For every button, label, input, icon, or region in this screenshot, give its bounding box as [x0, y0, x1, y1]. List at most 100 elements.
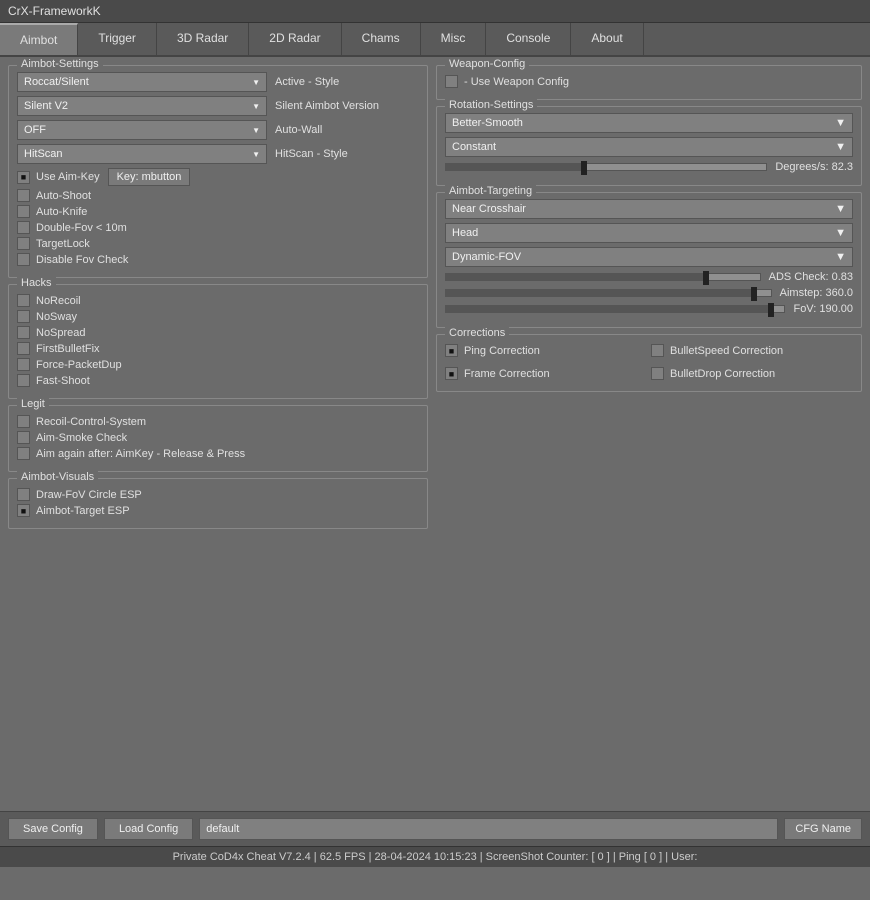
degrees-label: Degrees/s: 82.3 — [775, 161, 853, 173]
cb-aim-smoke: Aim-Smoke Check — [17, 431, 419, 444]
save-config-button[interactable]: Save Config — [8, 818, 98, 840]
fov-dropdown[interactable]: Dynamic-FOV ▼ — [445, 247, 853, 267]
norecoil-label: NoRecoil — [36, 295, 81, 307]
tab-2d-radar[interactable]: 2D Radar — [249, 23, 341, 55]
aim-smoke-label: Aim-Smoke Check — [36, 432, 127, 444]
cb-nospread: NoSpread — [17, 326, 419, 339]
bone-dropdown[interactable]: Head ▼ — [445, 223, 853, 243]
dropdown-arrow-0: ▼ — [252, 78, 260, 87]
cb-bulletdrop-correction: BulletDrop Correction — [651, 367, 853, 380]
disable-fov-checkbox[interactable] — [17, 253, 30, 266]
auto-wall-dropdown[interactable]: OFF ▼ — [17, 120, 267, 140]
auto-shoot-checkbox[interactable] — [17, 189, 30, 202]
cb-disable-fov: Disable Fov Check — [17, 253, 419, 266]
use-weapon-checkbox[interactable] — [445, 75, 458, 88]
double-fov-checkbox[interactable] — [17, 221, 30, 234]
firstbulletfix-label: FirstBulletFix — [36, 343, 100, 355]
auto-shoot-label: Auto-Shoot — [36, 190, 91, 202]
weapon-config-group: Weapon-Config - Use Weapon Config — [436, 65, 862, 100]
title-bar: CrX-FrameworkK — [0, 0, 870, 23]
frame-correction-label: Frame Correction — [464, 368, 550, 380]
aim-smoke-checkbox[interactable] — [17, 431, 30, 444]
cb-auto-shoot: Auto-Shoot — [17, 189, 419, 202]
tab-aimbot[interactable]: Aimbot — [0, 23, 78, 55]
tab-trigger[interactable]: Trigger — [78, 23, 157, 55]
auto-knife-checkbox[interactable] — [17, 205, 30, 218]
firstbulletfix-checkbox[interactable] — [17, 342, 30, 355]
cfg-name-label: CFG Name — [784, 818, 862, 840]
active-style-label: Active - Style — [275, 76, 339, 88]
frame-correction-checkbox[interactable] — [445, 367, 458, 380]
cfg-name-input[interactable] — [199, 818, 778, 840]
hitscan-style-dropdown[interactable]: HitScan ▼ — [17, 144, 267, 164]
draw-fov-label: Draw-FoV Circle ESP — [36, 489, 142, 501]
double-fov-label: Double-Fov < 10m — [36, 222, 127, 234]
fov-label: FoV: 190.00 — [793, 303, 853, 315]
silent-version-dropdown[interactable]: Silent V2 ▼ — [17, 96, 267, 116]
ads-slider[interactable] — [445, 273, 761, 281]
key-button[interactable]: Key: mbutton — [108, 168, 191, 186]
draw-fov-checkbox[interactable] — [17, 488, 30, 501]
use-aim-key-checkbox[interactable] — [17, 171, 30, 184]
fast-shoot-label: Fast-Shoot — [36, 375, 90, 387]
aimbot-visuals-label: Aimbot-Visuals — [17, 471, 98, 483]
nospread-checkbox[interactable] — [17, 326, 30, 339]
active-style-dropdown[interactable]: Roccat/Silent ▼ — [17, 72, 267, 92]
dropdown-row-2: OFF ▼ Auto-Wall — [17, 120, 419, 140]
degrees-slider[interactable] — [445, 163, 767, 171]
tab-about[interactable]: About — [571, 23, 643, 55]
mode-arrow-icon: ▼ — [835, 141, 846, 153]
aimstep-slider-row: Aimstep: 360.0 — [445, 287, 853, 299]
fov-arrow-icon: ▼ — [835, 251, 846, 263]
right-panel: Weapon-Config - Use Weapon Config Rotati… — [436, 65, 862, 803]
cb-fast-shoot: Fast-Shoot — [17, 374, 419, 387]
silent-version-label: Silent Aimbot Version — [275, 100, 379, 112]
bulletdrop-correction-checkbox[interactable] — [651, 367, 664, 380]
targetlock-label: TargetLock — [36, 238, 90, 250]
norecoil-checkbox[interactable] — [17, 294, 30, 307]
aimstep-slider[interactable] — [445, 289, 772, 297]
fov-slider[interactable] — [445, 305, 785, 313]
tab-console[interactable]: Console — [486, 23, 571, 55]
nosway-checkbox[interactable] — [17, 310, 30, 323]
smooth-dropdown[interactable]: Better-Smooth ▼ — [445, 113, 853, 133]
cb-bulletspeed-correction: BulletSpeed Correction — [651, 344, 853, 357]
disable-fov-label: Disable Fov Check — [36, 254, 128, 266]
target-dropdown[interactable]: Near Crosshair ▼ — [445, 199, 853, 219]
force-packetdup-label: Force-PacketDup — [36, 359, 122, 371]
auto-knife-label: Auto-Knife — [36, 206, 87, 218]
use-aim-key-row: Use Aim-Key Key: mbutton — [17, 168, 419, 186]
bulletspeed-correction-checkbox[interactable] — [651, 344, 664, 357]
aim-again-checkbox[interactable] — [17, 447, 30, 460]
aimbot-settings-label: Aimbot-Settings — [17, 58, 103, 70]
status-text: Private CoD4x Cheat V7.2.4 | 62.5 FPS | … — [173, 851, 698, 863]
tab-3d-radar[interactable]: 3D Radar — [157, 23, 249, 55]
cb-ping-correction: Ping Correction — [445, 344, 647, 357]
cb-norecoil: NoRecoil — [17, 294, 419, 307]
bone-arrow-icon: ▼ — [835, 227, 846, 239]
targetlock-checkbox[interactable] — [17, 237, 30, 250]
tab-bar: Aimbot Trigger 3D Radar 2D Radar Chams M… — [0, 23, 870, 57]
legit-group: Legit Recoil-Control-System Aim-Smoke Ch… — [8, 405, 428, 472]
aimstep-label: Aimstep: 360.0 — [780, 287, 853, 299]
force-packetdup-checkbox[interactable] — [17, 358, 30, 371]
ping-correction-checkbox[interactable] — [445, 344, 458, 357]
fast-shoot-checkbox[interactable] — [17, 374, 30, 387]
ads-slider-row: ADS Check: 0.83 — [445, 271, 853, 283]
rotation-settings-group: Rotation-Settings Better-Smooth ▼ Consta… — [436, 106, 862, 186]
aimbot-target-checkbox[interactable] — [17, 504, 30, 517]
load-config-button[interactable]: Load Config — [104, 818, 193, 840]
cb-draw-fov: Draw-FoV Circle ESP — [17, 488, 419, 501]
use-aim-key-label: Use Aim-Key — [36, 171, 100, 183]
tab-misc[interactable]: Misc — [421, 23, 487, 55]
dropdown-arrow-1: ▼ — [252, 102, 260, 111]
target-arrow-icon: ▼ — [835, 203, 846, 215]
mode-dropdown[interactable]: Constant ▼ — [445, 137, 853, 157]
dropdown-row-1: Silent V2 ▼ Silent Aimbot Version — [17, 96, 419, 116]
aimbot-target-label: Aimbot-Target ESP — [36, 505, 130, 517]
rcs-checkbox[interactable] — [17, 415, 30, 428]
tab-chams[interactable]: Chams — [342, 23, 421, 55]
smooth-arrow-icon: ▼ — [835, 117, 846, 129]
dropdown-row-3: HitScan ▼ HitScan - Style — [17, 144, 419, 164]
nospread-label: NoSpread — [36, 327, 86, 339]
